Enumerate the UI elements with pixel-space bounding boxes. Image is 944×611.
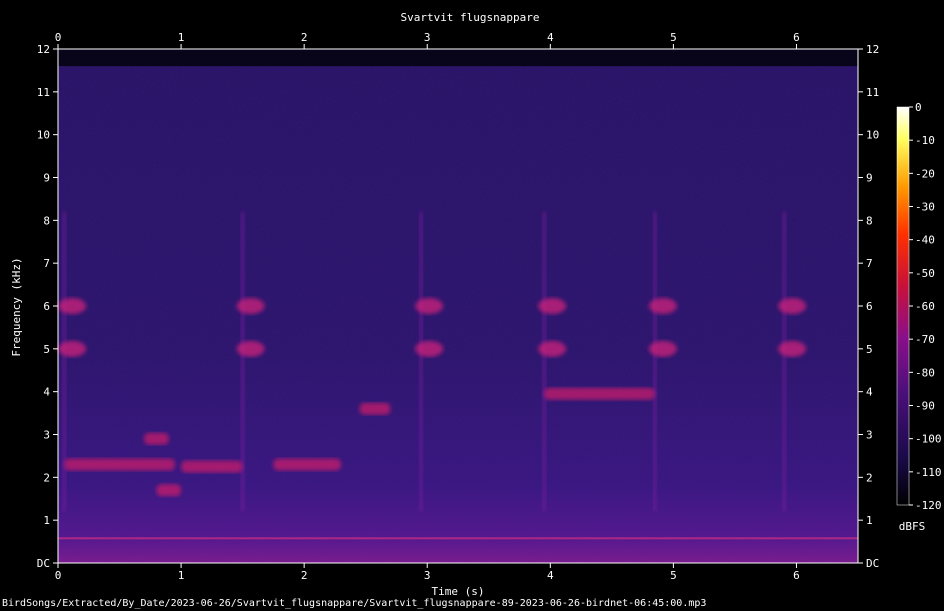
y-tick-label-right: DC [866,557,879,570]
x-axis-label: Time (s) [432,585,485,598]
x-tick-label-bottom: 2 [301,569,308,582]
spectrogram-top-band [58,49,858,67]
y-tick-label-left: 2 [43,471,50,484]
spectrogram-hum-line [58,537,858,540]
y-tick-label-left: 1 [43,514,50,527]
y-tick-label-right: 6 [866,300,873,313]
x-tick-label-bottom: 1 [178,569,185,582]
x-tick-label-top: 3 [424,31,431,44]
call-band-1 [58,298,87,314]
chatter-band-3 [273,458,342,471]
chatter-band-6 [359,402,391,415]
y-axis-label: Frequency (kHz) [10,257,23,356]
x-tick-label-top: 0 [55,31,62,44]
x-tick-label-top: 5 [670,31,677,44]
x-tick-label-bottom: 0 [55,569,62,582]
chatter-band-5 [156,484,182,497]
chatter-band-1 [64,458,175,471]
colorbar-tick-label: 0 [915,101,922,114]
chart-title: Svartvit flugsnappare [400,11,539,24]
y-tick-label-right: 1 [866,514,873,527]
call-band-2 [778,340,807,357]
colorbar-gradient [896,106,910,506]
colorbar-tick-label: -30 [915,201,935,214]
colorbar-tick-label: -50 [915,267,935,280]
y-tick-label-right: 4 [866,386,873,399]
call-band-1 [415,298,444,314]
colorbar-tick-label: -40 [915,234,935,247]
call-band-1 [538,298,567,314]
x-tick-label-bottom: 3 [424,569,431,582]
call-band-1 [236,298,265,314]
y-tick-label-right: 3 [866,429,873,442]
call-streak [782,211,787,512]
y-tick-label-right: 10 [866,129,879,142]
plot-area [58,49,858,563]
call-streak [542,211,547,512]
x-tick-label-bottom: 6 [793,569,800,582]
file-path: BirdSongs/Extracted/By_Date/2023-06-26/S… [2,598,707,609]
colorbar-tick-label: -70 [915,333,935,346]
call-band-2 [415,340,444,357]
y-tick-label-left: 8 [43,214,50,227]
y-tick-label-right: 2 [866,471,873,484]
y-tick-label-right: 9 [866,172,873,185]
colorbar-tick-label: -20 [915,167,935,180]
call-streak [652,211,657,512]
colorbar-tick-label: -110 [915,466,942,479]
x-tick-label-bottom: 5 [670,569,677,582]
y-tick-label-right: 11 [866,86,879,99]
x-tick-label-top: 6 [793,31,800,44]
y-tick-label-right: 12 [866,43,879,56]
call-band-2 [58,340,87,357]
y-tick-label-left: 9 [43,172,50,185]
y-tick-label-left: 10 [37,129,50,142]
x-tick-label-top: 2 [301,31,308,44]
y-tick-label-left: 3 [43,429,50,442]
call-band-1 [648,298,677,314]
chatter-band-2 [181,460,243,473]
call-band-1 [778,298,807,314]
x-tick-label-top: 4 [547,31,554,44]
colorbar-tick-label: -90 [915,400,935,413]
y-tick-label-left: 4 [43,386,50,399]
colorbar-tick-label: -100 [915,433,942,446]
y-tick-label-right: 8 [866,214,873,227]
x-tick-label-top: 1 [178,31,185,44]
y-tick-label-left: 11 [37,86,50,99]
y-tick-label-left: 6 [43,300,50,313]
chatter-band-4 [144,432,169,445]
call-band-2 [236,340,265,357]
call-streak [419,211,424,512]
y-tick-label-left: DC [37,557,50,570]
y-tick-label-left: 5 [43,343,50,356]
call-band-2 [538,340,567,357]
call-band-2 [648,340,677,357]
chatter-band-7 [544,387,655,400]
spectrogram-chart: 00112233445566DC DC1 12 23 34 45 56 67 78 89 910 10… [10,11,942,598]
y-tick-label-right: 7 [866,257,873,270]
colorbar-tick-label: -60 [915,300,935,313]
colorbar: 0 -10 -20 -30 -40 -50 -60 -70 -80 -90 -100 -110 -120 [896,101,942,512]
y-tick-label-left: 12 [37,43,50,56]
x-tick-label-bottom: 4 [547,569,554,582]
y-tick-label-right: 5 [866,343,873,356]
colorbar-tick-label: -10 [915,134,935,147]
colorbar-tick-label: -120 [915,499,942,512]
colorbar-tick-label: -80 [915,366,935,379]
y-tick-label-left: 7 [43,257,50,270]
colorbar-label: dBFS [899,520,926,533]
